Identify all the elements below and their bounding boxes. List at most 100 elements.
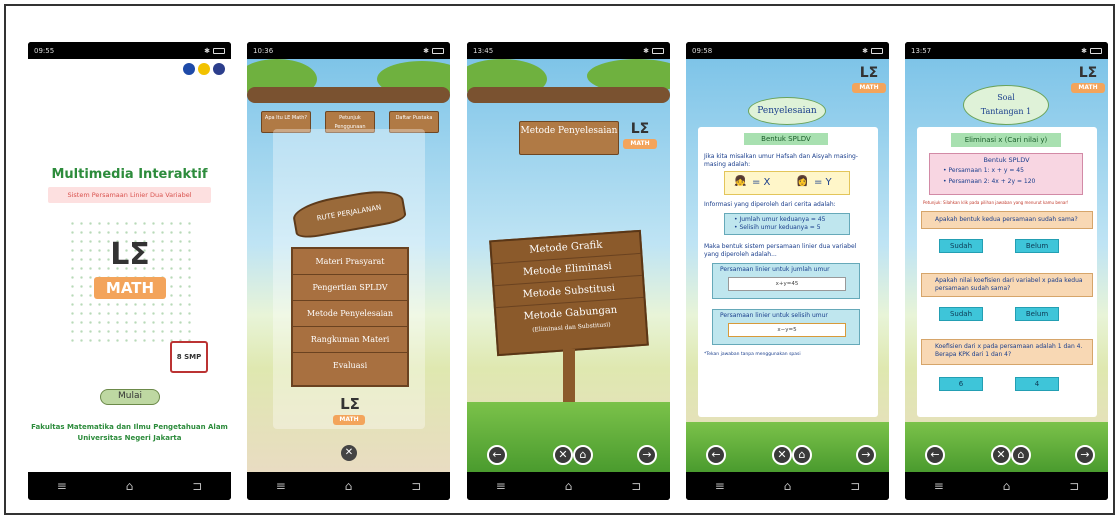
note-text: *Tekan jawaban tanpa menggunakan spasi: [704, 352, 801, 357]
menu-icon[interactable]: ≡: [49, 479, 75, 493]
question-2-text: Apakah nilai koefisien dari variabel x p…: [935, 277, 1083, 292]
status-time: 10:36: [253, 46, 274, 55]
logo-icon: LΣ: [1078, 65, 1098, 81]
variable-y: = Y: [814, 177, 832, 188]
spldv-title: Bentuk SPLDV: [983, 156, 1030, 164]
methods-board: Metode Grafik Metode Eliminasi Metode Su…: [489, 229, 649, 357]
next-icon[interactable]: →: [637, 445, 657, 465]
home-icon[interactable]: ⌂: [555, 479, 581, 493]
page-title: Penyelesaian: [748, 97, 826, 125]
phone-5: 13:57 ✱ LΣ MATH Soal Tantangan 1 Eliminasi…: [905, 42, 1108, 500]
menu-item-evaluation[interactable]: Evaluasi: [293, 353, 407, 379]
footer-faculty: Fakultas Matematika dan Ilmu Pengetahuan…: [31, 423, 228, 431]
menu-board: Materi Prasyarat Pengertian SPLDV Metode…: [291, 247, 409, 387]
close-icon[interactable]: ✕: [772, 445, 792, 465]
q3-option-4[interactable]: 4: [1015, 377, 1059, 391]
prev-icon[interactable]: ←: [925, 445, 945, 465]
figure-frame: 09:55 ✱ Multimedia Interaktif Sistem Pers…: [4, 4, 1115, 515]
logo-icon: LΣ: [859, 65, 879, 81]
app-subtitle: Sistem Persamaan Linier Dua Variabel: [48, 187, 211, 203]
tree-branch: [467, 87, 670, 103]
eq1-input[interactable]: x+y=45: [728, 277, 846, 291]
avatar-hafsah: 👧: [734, 176, 747, 187]
home-icon[interactable]: ⌂: [1011, 445, 1031, 465]
fact-diff: • Selisih umur keduanya = 5: [734, 224, 821, 231]
close-icon[interactable]: ✕: [991, 445, 1011, 465]
prev-icon[interactable]: ←: [487, 445, 507, 465]
app-title: Multimedia Interaktif: [51, 167, 208, 182]
status-bar: 13:45 ✱: [467, 42, 670, 59]
back-icon[interactable]: ⊐: [403, 479, 429, 493]
close-icon[interactable]: ✕: [341, 445, 357, 461]
result-text: Maka bentuk sistem persamaan linier dua …: [704, 243, 857, 258]
android-navbar: ≡ ⌂ ⊐: [247, 472, 450, 500]
close-icon[interactable]: ✕: [553, 445, 573, 465]
menu-item-summary[interactable]: Rangkuman Materi: [293, 327, 407, 353]
question-3-text: Koefisien dari x pada persamaan adalah 1…: [935, 343, 1083, 358]
status-time: 13:45: [473, 46, 494, 55]
start-button[interactable]: Mulai: [100, 389, 160, 405]
equation-2: • Persamaan 2: 4x + 2y = 120: [943, 178, 1036, 185]
back-icon[interactable]: ⊐: [842, 479, 868, 493]
home-icon[interactable]: ⌂: [993, 479, 1019, 493]
logo-icon: LΣ: [340, 395, 360, 413]
status-time: 09:58: [692, 46, 713, 55]
logo-icon: LΣ: [110, 237, 150, 272]
title-line2: Tantangan 1: [980, 107, 1032, 116]
q3-option-6[interactable]: 6: [939, 377, 983, 391]
logo-math-label: MATH: [623, 139, 657, 149]
phone-4: 09:58 ✱ LΣ MATH Penyelesaian Bentuk SPLDV…: [686, 42, 889, 500]
eq2-input[interactable]: x−y=5: [728, 323, 846, 337]
q2-belum-button[interactable]: Belum: [1015, 307, 1059, 321]
menu-item-definition[interactable]: Pengertian SPLDV: [293, 275, 407, 301]
menu-item-prerequisite[interactable]: Materi Prasyarat: [293, 249, 407, 275]
section-tag: Bentuk SPLDV: [744, 133, 828, 145]
footer-university: Universitas Negeri Jakarta: [77, 434, 182, 442]
home-icon[interactable]: ⌂: [335, 479, 361, 493]
equation-1: • Persamaan 1: x + y = 45: [943, 167, 1024, 174]
status-time: 09:55: [34, 46, 55, 55]
next-icon[interactable]: →: [856, 445, 876, 465]
prev-icon[interactable]: ←: [706, 445, 726, 465]
phone-1: 09:55 ✱ Multimedia Interaktif Sistem Pers…: [28, 42, 231, 500]
tree-branch: [247, 87, 450, 103]
back-icon[interactable]: ⊐: [184, 479, 210, 493]
home-icon[interactable]: ⌂: [116, 479, 142, 493]
logo-icon: LΣ: [630, 121, 650, 137]
eq1-label: Persamaan linier untuk jumlah umur: [720, 266, 830, 273]
menu-icon[interactable]: ≡: [268, 479, 294, 493]
phone-2: 10:36 ✱ Apa Itu LE Math? Petunjuk Penggun…: [247, 42, 450, 500]
next-icon[interactable]: →: [1075, 445, 1095, 465]
android-navbar: ≡ ⌂ ⊐: [686, 472, 889, 500]
intro-text: Jika kita misalkan umur Hafsah dan Aisya…: [704, 153, 858, 168]
logo-math-label: MATH: [333, 415, 365, 425]
q2-sudah-button[interactable]: Sudah: [939, 307, 983, 321]
home-icon[interactable]: ⌂: [792, 445, 812, 465]
menu-icon[interactable]: ≡: [707, 479, 733, 493]
home-icon[interactable]: ⌂: [774, 479, 800, 493]
menu-icon[interactable]: ≡: [926, 479, 952, 493]
menu-icon[interactable]: ≡: [488, 479, 514, 493]
welcome-screen: Multimedia Interaktif Sistem Persamaan L…: [28, 59, 231, 472]
status-bar: 10:36 ✱: [247, 42, 450, 59]
android-navbar: ≡ ⌂ ⊐: [467, 472, 670, 500]
android-navbar: ≡ ⌂ ⊐: [905, 472, 1108, 500]
menu-item-methods[interactable]: Metode Penyelesaian: [293, 301, 407, 327]
back-icon[interactable]: ⊐: [1061, 479, 1087, 493]
q1-belum-button[interactable]: Belum: [1015, 239, 1059, 253]
variable-x: = X: [752, 177, 771, 188]
challenge-screen: LΣ MATH Soal Tantangan 1 Eliminasi x (Car…: [905, 59, 1108, 472]
back-icon[interactable]: ⊐: [623, 479, 649, 493]
info-text: Informasi yang diperoleh dari cerita ada…: [704, 201, 836, 208]
menu-screen: Apa Itu LE Math? Petunjuk Penggunaan Daf…: [247, 59, 450, 472]
title-line1: Soal: [997, 93, 1015, 102]
methods-screen: Metode Penyelesaian LΣ MATH Metode Grafi…: [467, 59, 670, 472]
logo-math-label: MATH: [94, 277, 166, 299]
home-icon[interactable]: ⌂: [573, 445, 593, 465]
q1-sudah-button[interactable]: Sudah: [939, 239, 983, 253]
avatar-aisyah: 👩: [796, 176, 809, 187]
status-bar: 09:55 ✱: [28, 42, 231, 59]
hint-text: Petunjuk: Silahkan klik pada pilihan jaw…: [923, 200, 1069, 205]
status-bar: 13:57 ✱: [905, 42, 1108, 59]
grade-badge: 8 SMP: [170, 341, 208, 373]
